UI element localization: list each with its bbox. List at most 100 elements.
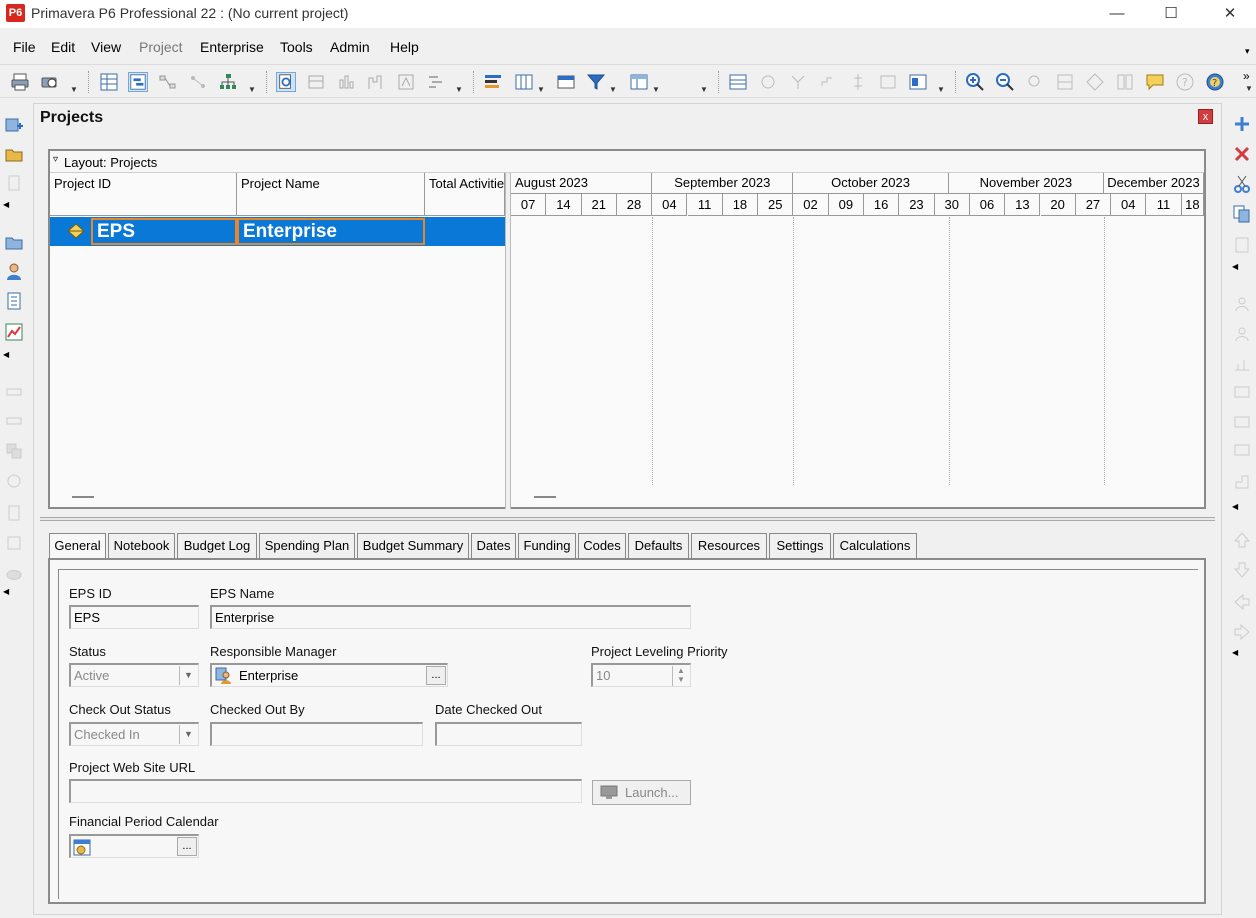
launch-button[interactable]: Launch... [592,780,691,805]
columns-dropdown-icon[interactable]: ▼ [537,85,545,94]
schedule-icon[interactable] [1232,382,1252,402]
link-icon[interactable] [848,72,868,92]
details-icon[interactable] [276,72,296,92]
chevron-down-icon[interactable]: ▿ [53,154,58,165]
toolbar-overflow-icon[interactable]: » [1243,69,1250,83]
leveling-priority-stepper[interactable]: 10 ▲ ▼ [591,663,691,687]
gantt-view-icon[interactable] [128,72,148,92]
projects-folder-icon[interactable] [4,233,24,253]
timescale-icon[interactable] [556,72,576,92]
update-progress-icon[interactable] [1232,440,1252,460]
histogram-icon[interactable] [366,72,386,92]
cut-icon[interactable] [1232,174,1252,194]
apply-actuals-icon[interactable] [1232,412,1252,432]
print-dropdown-icon[interactable]: ▼ [70,85,78,94]
table-view-icon[interactable] [99,72,119,92]
tab-defaults[interactable]: Defaults [628,533,689,559]
risks-icon[interactable] [4,565,24,585]
steps-icon[interactable] [818,72,838,92]
tab-spending-plan[interactable]: Spending Plan [259,533,355,559]
assign-role-icon[interactable] [1232,324,1252,344]
add-project-icon[interactable] [4,115,24,135]
view-dropdown-icon[interactable]: ▼ [248,85,256,94]
filter-icon[interactable] [586,72,606,92]
store-period-icon[interactable] [1232,472,1252,492]
close-projects-window-button[interactable]: x [1198,109,1213,124]
tab-settings[interactable]: Settings [769,533,831,559]
tab-resources[interactable]: Resources [691,533,767,559]
responsible-manager-field[interactable]: Enterprise ... [210,663,448,687]
eps-name-field[interactable]: Enterprise [210,605,691,629]
menu-overflow-icon[interactable]: ▾ [1245,46,1250,57]
checkout-status-select[interactable]: Checked In ▼ [69,722,199,746]
column-header-total-activities[interactable]: Total Activitie [425,173,505,216]
assignments-icon[interactable] [4,441,24,461]
reports-dropdown-icon[interactable]: ▼ [937,85,945,94]
toolbar-overflow-dropdown-icon[interactable]: ▼ [1245,84,1253,93]
project-name-cell[interactable]: Enterprise [237,218,425,245]
layout-dropdown-icon[interactable]: ▼ [652,85,660,94]
dock-collapse-icon[interactable]: ◀ [1232,262,1238,271]
group-sort-icon[interactable] [728,72,748,92]
help-globe-icon[interactable]: ? [1205,72,1225,92]
chevron-down-icon[interactable]: ▼ [179,725,197,744]
project-id-cell[interactable]: EPS [91,218,237,245]
table-row[interactable]: EPS Enterprise [50,217,505,246]
zoom-fit-icon[interactable] [1025,72,1045,92]
eps-id-field[interactable]: EPS [69,605,199,629]
dock-collapse-icon[interactable]: ◀ [3,350,9,359]
financial-calendar-browse-button[interactable]: ... [177,837,197,856]
tracking-view-icon[interactable] [4,291,24,311]
menu-help[interactable]: Help [390,39,419,55]
move-up-icon[interactable] [1232,530,1252,550]
add-icon[interactable] [1232,114,1252,134]
wbs-chart-icon[interactable] [218,72,238,92]
chevron-down-icon[interactable]: ▼ [179,666,197,685]
thresholds-icon[interactable] [4,533,24,553]
resources-icon[interactable] [4,262,24,282]
pane-splitter[interactable] [505,173,511,509]
wbs-icon[interactable] [4,382,24,402]
zoom-out-icon[interactable] [995,72,1015,92]
column-header-project-id[interactable]: Project ID [50,173,237,216]
checked-out-by-field[interactable] [210,722,423,746]
column-header-project-name[interactable]: Project Name [237,173,425,216]
status-select[interactable]: Active ▼ [69,663,199,687]
comment-icon[interactable] [1145,72,1165,92]
menu-admin[interactable]: Admin [330,39,370,55]
tracking-icon[interactable] [878,72,898,92]
resource-usage-icon[interactable] [336,72,356,92]
close-project-icon[interactable] [4,173,24,193]
menu-tools[interactable]: Tools [280,39,313,55]
tab-codes[interactable]: Codes [578,533,626,559]
tab-funding[interactable]: Funding [518,533,576,559]
responsible-manager-browse-button[interactable]: ... [426,666,446,685]
layout-icon[interactable] [629,72,649,92]
minimize-button[interactable]: — [1094,0,1140,28]
documents-icon[interactable] [4,503,24,523]
maximize-button[interactable]: ☐ [1148,0,1194,28]
move-down-icon[interactable] [1232,560,1252,580]
collapse-icon[interactable] [1055,72,1075,92]
tab-budget-log[interactable]: Budget Log [177,533,257,559]
project-url-field[interactable] [69,779,582,803]
menu-enterprise[interactable]: Enterprise [200,39,264,55]
tab-general[interactable]: General [49,533,106,560]
scrollbar-indicator[interactable] [72,496,94,498]
copy-icon[interactable] [1232,204,1252,224]
close-window-button[interactable]: ✕ [1207,0,1253,28]
network-view-icon[interactable] [158,72,178,92]
tab-calculations[interactable]: Calculations [833,533,917,559]
open-project-icon[interactable] [4,144,24,164]
issues-icon[interactable] [4,471,24,491]
menu-project[interactable]: Project [139,39,183,55]
layout-bar[interactable]: ▿ Layout: Projects [50,151,1204,173]
tab-dates[interactable]: Dates [471,533,516,559]
spreadsheet-icon[interactable] [396,72,416,92]
bottom-layout-dropdown-icon[interactable]: ▼ [455,85,463,94]
horizontal-splitter[interactable] [40,517,1215,521]
split-icon[interactable] [1115,72,1135,92]
resource-view-icon[interactable] [306,72,326,92]
expand-icon[interactable] [1085,72,1105,92]
move-right-icon[interactable] [1232,622,1252,642]
